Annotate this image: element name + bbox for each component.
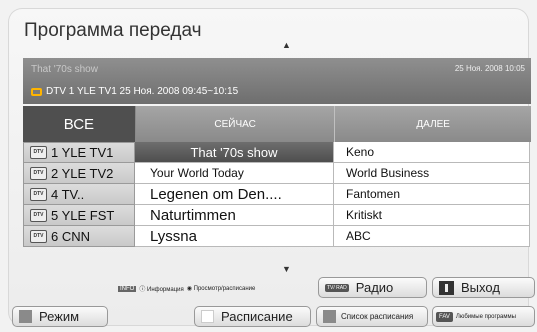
green-key-icon bbox=[323, 310, 336, 323]
channel-name: 4 TV.. bbox=[51, 186, 85, 202]
channel-row[interactable]: DTV 4 TV.. Legenen om Den.... Fantomen bbox=[23, 184, 531, 205]
favorites-label: Любимые программы bbox=[455, 313, 516, 320]
channel-cell[interactable]: DTV 5 YLE FST bbox=[23, 205, 135, 226]
page-title: Программа передач bbox=[24, 20, 202, 41]
radio-button[interactable]: TV/ RAD Радио bbox=[318, 277, 427, 298]
now-program-cell[interactable]: Naturtimmen bbox=[135, 205, 334, 226]
current-datetime: 25 Ноя. 2008 10:05 bbox=[454, 64, 525, 73]
channel-row[interactable]: DTV 1 YLE TV1 That '70s show Keno bbox=[23, 142, 531, 163]
dtv-icon: DTV bbox=[30, 208, 47, 222]
key-legend: INFO ⓘ Информация ◉ Просмотр/расписание bbox=[118, 284, 255, 293]
grid-header: ВСЕ СЕЙЧАС ДАЛЕЕ bbox=[23, 106, 531, 142]
tv-icon bbox=[31, 87, 42, 96]
mode-button[interactable]: Режим bbox=[12, 306, 108, 327]
channel-name: 5 YLE FST bbox=[51, 207, 115, 223]
column-now-header: СЕЙЧАС bbox=[135, 106, 336, 142]
channel-info-text: DTV 1 YLE TV1 25 Ноя. 2008 09:45~10:15 bbox=[46, 86, 239, 97]
tv-radio-key-icon: TV/ RAD bbox=[325, 283, 349, 292]
next-program-cell[interactable]: Kritiskt bbox=[334, 205, 530, 226]
mode-label: Режим bbox=[39, 309, 80, 324]
info-key-icon: INFO bbox=[118, 285, 137, 292]
dtv-icon: DTV bbox=[30, 146, 47, 159]
next-program-cell[interactable]: World Business bbox=[334, 163, 530, 184]
channel-name: 1 YLE TV1 bbox=[51, 145, 114, 160]
now-program-cell[interactable]: Legenen om Den.... bbox=[135, 184, 334, 205]
next-program-cell[interactable]: ABC bbox=[334, 226, 530, 247]
channel-cell[interactable]: DTV 4 TV.. bbox=[23, 184, 135, 205]
epg-grid: ВСЕ СЕЙЧАС ДАЛЕЕ DTV 1 YLE TV1 That '70s… bbox=[23, 106, 531, 247]
now-program-cell[interactable]: That '70s show bbox=[135, 142, 334, 163]
view-legend-label: ◉ Просмотр/расписание bbox=[186, 286, 256, 292]
channel-info: DTV 1 YLE TV1 25 Ноя. 2008 09:45~10:15 bbox=[31, 86, 238, 97]
exit-label: Выход bbox=[461, 280, 500, 295]
channel-row[interactable]: DTV 5 YLE FST Naturtimmen Kritiskt bbox=[23, 205, 531, 226]
schedule-list-button[interactable]: Список расписания bbox=[316, 306, 428, 327]
yellow-key-icon bbox=[201, 310, 214, 323]
channel-name: 6 CNN bbox=[51, 228, 91, 244]
scroll-up-arrow-icon[interactable]: ▲ bbox=[282, 40, 291, 50]
program-title: That '70s show bbox=[31, 64, 98, 75]
next-program-cell[interactable]: Keno bbox=[334, 142, 530, 163]
schedule-list-label: Список расписания bbox=[341, 312, 414, 321]
scroll-down-arrow-icon[interactable]: ▼ bbox=[282, 264, 291, 274]
program-info-bar: That '70s show 25 Ноя. 2008 10:05 DTV 1 … bbox=[23, 58, 531, 104]
channel-cell[interactable]: DTV 6 CNN bbox=[23, 226, 135, 247]
next-program-cell[interactable]: Fantomen bbox=[334, 184, 530, 205]
dtv-icon: DTV bbox=[30, 166, 47, 180]
tab-all[interactable]: ВСЕ bbox=[23, 106, 136, 142]
exit-button[interactable]: Выход bbox=[432, 277, 535, 298]
fav-key-icon: FAV bbox=[436, 311, 453, 322]
info-legend-label: ⓘ Информация bbox=[139, 287, 184, 293]
now-program-cell[interactable]: Your World Today bbox=[135, 163, 334, 184]
dtv-icon: DTV bbox=[30, 187, 47, 201]
channel-row[interactable]: DTV 2 YLE TV2 Your World Today World Bus… bbox=[23, 163, 531, 184]
channel-cell[interactable]: DTV 2 YLE TV2 bbox=[23, 163, 135, 184]
schedule-label: Расписание bbox=[221, 309, 293, 324]
channel-row[interactable]: DTV 6 CNN Lyssna ABC bbox=[23, 226, 531, 247]
now-program-cell[interactable]: Lyssna bbox=[135, 226, 334, 247]
red-key-icon bbox=[19, 310, 32, 323]
column-next-header: ДАЛЕЕ bbox=[335, 106, 531, 142]
exit-key-icon bbox=[439, 280, 454, 295]
channel-cell[interactable]: DTV 1 YLE TV1 bbox=[23, 142, 135, 163]
schedule-button[interactable]: Расписание bbox=[194, 306, 311, 327]
radio-label: Радио bbox=[355, 280, 394, 295]
dtv-icon: DTV bbox=[30, 229, 47, 243]
favorites-button[interactable]: FAV Любимые программы bbox=[432, 306, 535, 327]
channel-name: 2 YLE TV2 bbox=[51, 165, 114, 181]
